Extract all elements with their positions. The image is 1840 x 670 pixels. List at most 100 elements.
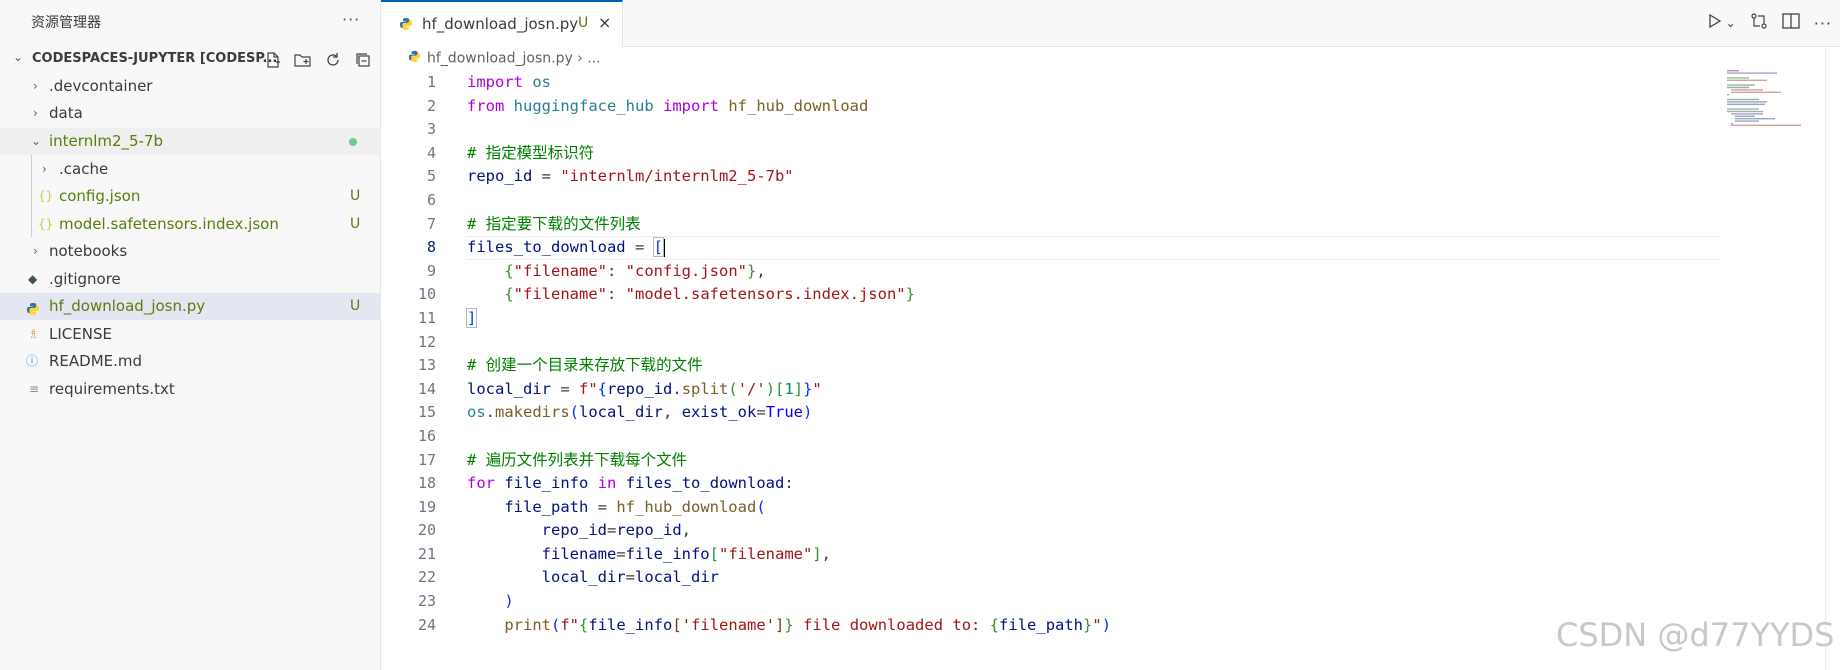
tree-item-model-index-json[interactable]: {} model.safetensors.index.json U [0, 211, 381, 238]
code-line[interactable]: 6 [381, 189, 1721, 213]
tree-item-hf-download[interactable]: hf_download_josn.py U [0, 293, 381, 320]
more-actions-icon[interactable]: ··· [342, 10, 360, 29]
tree-item-devcontainer[interactable]: › .devcontainer [0, 73, 381, 100]
code-token: os [532, 73, 552, 91]
tree-item-license[interactable]: ♗ LICENSE [0, 321, 381, 348]
code-token: = [625, 568, 635, 587]
tree-item-readme[interactable]: ⓘ README.md [0, 348, 381, 375]
vertical-scrollbar[interactable] [1825, 48, 1840, 670]
line-number: 4 [426, 143, 436, 162]
text-file-icon: ≡ [29, 382, 40, 396]
tree-item-config-json[interactable]: {} config.json U [0, 183, 381, 210]
code-token: ( [756, 497, 766, 516]
line-number: 14 [417, 379, 436, 398]
git-icon: ◆ [28, 272, 38, 286]
code-token: file_info [588, 615, 673, 634]
line-number: 8 [426, 238, 436, 257]
python-file-icon [399, 16, 413, 35]
code-line[interactable]: 14 local_dir = f"{repo_id.split('/')[1]}" [381, 378, 1721, 402]
code-text: print(f"{file_info['filename']} file dow… [467, 614, 1111, 638]
more-actions-icon[interactable]: ··· [1814, 14, 1832, 33]
code-line[interactable]: 4 # 指定模型标识符 [381, 142, 1721, 166]
code-line[interactable]: 16 [381, 425, 1721, 449]
code-line[interactable]: 9 {"filename": "config.json"}, [381, 260, 1721, 284]
tree-item-gitignore[interactable]: ◆ .gitignore [0, 266, 381, 293]
new-file-icon[interactable] [262, 49, 284, 71]
code-token: "internlm/internlm2_5-7b" [560, 167, 794, 186]
tree-item-label: internlm2_5-7b [49, 132, 164, 150]
tab-hf-download[interactable]: hf_download_josn.py U × [381, 0, 623, 47]
code-text: # 遍历文件列表并下载每个文件 [467, 449, 687, 473]
code-text: repo_id=repo_id, [467, 519, 691, 543]
breadcrumb-file[interactable]: hf_download_josn.py [427, 51, 573, 67]
code-line[interactable]: 19 file_path = hf_hub_download( [381, 496, 1721, 520]
code-line[interactable]: 22 local_dir=local_dir [381, 566, 1721, 590]
line-number: 2 [426, 96, 436, 115]
code-line[interactable]: 1 import os [381, 71, 1721, 95]
code-token: local_dir [635, 568, 719, 587]
code-line[interactable]: 17 # 遍历文件列表并下载每个文件 [381, 449, 1721, 473]
code-line[interactable]: 5 repo_id = "internlm/internlm2_5-7b" [381, 165, 1721, 189]
new-folder-icon[interactable] [292, 49, 314, 71]
code-line[interactable]: 13 # 创建一个目录来存放下载的文件 [381, 354, 1721, 378]
json-file-icon: {} [38, 189, 54, 203]
tree-item-data[interactable]: › data [0, 100, 381, 127]
code-token: = [756, 403, 766, 422]
code-line[interactable]: 23 ) [381, 590, 1721, 614]
code-line[interactable]: 3 [381, 118, 1721, 142]
code-line[interactable]: 15 os.makedirs(local_dir, exist_ok=True) [381, 401, 1721, 425]
breadcrumb[interactable]: hf_download_josn.py › ... [408, 50, 601, 67]
editor-tab-bar: hf_download_josn.py U × ⌄ ··· [381, 0, 1840, 47]
code-line[interactable]: 8 files_to_download = [ [381, 236, 1721, 260]
code-token: { [504, 261, 514, 280]
code-token: # 指定模型标识符 [467, 143, 595, 162]
collapse-all-icon[interactable] [352, 49, 374, 71]
run-icon[interactable] [1708, 13, 1722, 33]
refresh-icon[interactable] [322, 49, 344, 71]
code-text: ] [465, 307, 478, 331]
tree-item-requirements[interactable]: ≡ requirements.txt [0, 376, 381, 403]
code-token: split [681, 379, 729, 398]
modified-dot-icon [349, 138, 357, 146]
minimap[interactable] [1727, 70, 1822, 126]
code-token: = [588, 497, 617, 516]
code-token: , [756, 261, 766, 280]
code-line[interactable]: 10 {"filename": "model.safetensors.index… [381, 283, 1721, 307]
tree-item-cache[interactable]: › .cache [0, 156, 381, 183]
code-token: ( [551, 615, 561, 634]
code-token: os [467, 403, 486, 422]
workspace-header[interactable]: ⌄ CODESPACES-JUPYTER [CODESP... [0, 47, 381, 73]
line-number: 17 [417, 450, 436, 469]
code-line[interactable]: 21 filename=file_info["filename"], [381, 543, 1721, 567]
code-token: "model.safetensors.index.json" [625, 285, 906, 304]
code-token: } [784, 615, 794, 634]
code-line[interactable]: 7 # 指定要下载的文件列表 [381, 213, 1721, 237]
tree-item-internlm[interactable]: ⌄ internlm2_5-7b [0, 128, 381, 155]
tree-item-notebooks[interactable]: › notebooks [0, 238, 381, 265]
line-number: 18 [417, 474, 436, 493]
close-icon[interactable]: × [598, 13, 611, 32]
compare-changes-icon[interactable] [1750, 12, 1768, 34]
code-line[interactable]: 24 print(f"{file_info['filename']} file … [381, 614, 1721, 638]
code-editor[interactable]: 1 import os 2 from huggingface_hub import h… [381, 71, 1721, 637]
line-number: 19 [417, 497, 436, 516]
code-line[interactable]: 2 from huggingface_hub import hf_hub_down… [381, 95, 1721, 119]
code-token: file_info [504, 474, 589, 493]
chevron-down-icon[interactable]: ⌄ [1726, 16, 1736, 30]
split-editor-icon[interactable] [1782, 13, 1800, 33]
code-text: local_dir=local_dir [467, 566, 719, 590]
chevron-right-icon: › [33, 244, 38, 258]
line-number: 21 [417, 544, 436, 563]
breadcrumb-rest[interactable]: › ... [573, 51, 600, 67]
code-line[interactable]: 20 repo_id=repo_id, [381, 519, 1721, 543]
code-line[interactable]: 11] [381, 307, 1721, 331]
code-token: "filename" [513, 261, 607, 280]
untracked-badge: U [350, 188, 361, 204]
chevron-down-icon[interactable]: ⌄ [13, 50, 23, 64]
line-number: 5 [426, 167, 436, 186]
code-line[interactable]: 12 [381, 331, 1721, 355]
code-line[interactable]: 18 for file_info in files_to_download: [381, 472, 1721, 496]
